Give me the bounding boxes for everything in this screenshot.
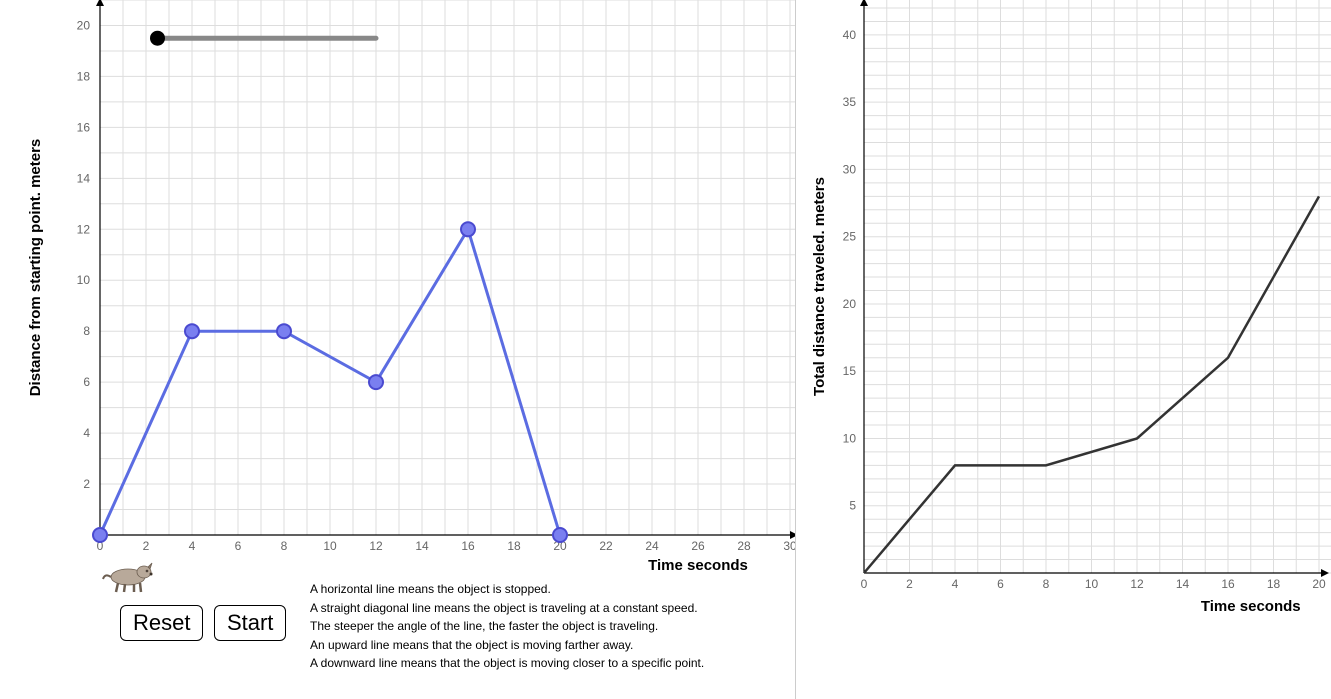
svg-text:6: 6 xyxy=(997,577,1004,591)
svg-text:5: 5 xyxy=(849,499,856,513)
svg-text:35: 35 xyxy=(843,95,857,109)
dog-icon[interactable] xyxy=(98,555,158,595)
data-point[interactable] xyxy=(553,528,567,542)
svg-text:14: 14 xyxy=(1176,577,1190,591)
svg-text:Time seconds: Time seconds xyxy=(648,557,748,574)
svg-text:14: 14 xyxy=(77,171,91,185)
svg-text:16: 16 xyxy=(77,120,91,134)
svg-text:2: 2 xyxy=(83,477,90,491)
svg-text:8: 8 xyxy=(83,324,90,338)
left-panel: 0246810121416182022242628302468101214161… xyxy=(0,0,796,699)
data-point[interactable] xyxy=(461,222,475,236)
svg-text:18: 18 xyxy=(507,539,521,553)
svg-text:4: 4 xyxy=(189,539,196,553)
svg-text:22: 22 xyxy=(599,539,613,553)
svg-text:20: 20 xyxy=(1312,577,1326,591)
svg-text:6: 6 xyxy=(235,539,242,553)
data-point[interactable] xyxy=(93,528,107,542)
svg-text:20: 20 xyxy=(843,297,857,311)
svg-text:25: 25 xyxy=(843,230,857,244)
svg-text:24: 24 xyxy=(645,539,659,553)
svg-text:28: 28 xyxy=(737,539,751,553)
info-line: A straight diagonal line means the objec… xyxy=(310,599,780,618)
svg-text:Distance from starting point.: Distance from starting point. meters xyxy=(27,139,44,397)
svg-text:6: 6 xyxy=(83,375,90,389)
svg-text:14: 14 xyxy=(415,539,429,553)
svg-text:2: 2 xyxy=(906,577,913,591)
reset-button[interactable]: Reset xyxy=(120,605,203,641)
svg-text:10: 10 xyxy=(1085,577,1099,591)
svg-text:2: 2 xyxy=(143,539,150,553)
info-line: A horizontal line means the object is st… xyxy=(310,580,780,599)
svg-text:12: 12 xyxy=(77,222,91,236)
data-point[interactable] xyxy=(185,324,199,338)
svg-text:30: 30 xyxy=(783,539,795,553)
svg-text:10: 10 xyxy=(77,273,91,287)
svg-text:26: 26 xyxy=(691,539,705,553)
time-slider-handle[interactable] xyxy=(151,31,165,45)
svg-text:Total distance traveled. met: Total distance traveled. meters xyxy=(811,177,828,396)
svg-text:20: 20 xyxy=(77,18,91,32)
svg-text:10: 10 xyxy=(843,431,857,445)
info-line: A downward line means that the object is… xyxy=(310,654,780,673)
info-line: The steeper the angle of the line, the f… xyxy=(310,617,780,636)
svg-text:16: 16 xyxy=(1221,577,1235,591)
svg-text:8: 8 xyxy=(1043,577,1050,591)
svg-text:30: 30 xyxy=(843,162,857,176)
info-line: An upward line means that the object is … xyxy=(310,636,780,655)
info-text-block: A horizontal line means the object is st… xyxy=(310,580,780,673)
right-panel: 0 2 4 6 8 10 12 14 16 18 20 5 10 15 20 25 30 35 40 Total di… xyxy=(796,0,1331,699)
start-button[interactable]: Start xyxy=(214,605,286,641)
svg-text:15: 15 xyxy=(843,364,857,378)
svg-text:10: 10 xyxy=(323,539,337,553)
total-distance-chart[interactable]: 0 2 4 6 8 10 12 14 16 18 20 5 10 15 20 25 30 35 40 Total di… xyxy=(796,0,1331,699)
svg-text:40: 40 xyxy=(843,28,857,42)
svg-text:4: 4 xyxy=(83,426,90,440)
data-point[interactable] xyxy=(369,375,383,389)
svg-text:12: 12 xyxy=(1130,577,1144,591)
svg-text:Time seconds: Time seconds xyxy=(1201,598,1301,615)
data-point[interactable] xyxy=(277,324,291,338)
svg-text:0: 0 xyxy=(861,577,868,591)
svg-text:12: 12 xyxy=(369,539,383,553)
svg-text:18: 18 xyxy=(1267,577,1281,591)
svg-text:8: 8 xyxy=(281,539,288,553)
svg-text:18: 18 xyxy=(77,69,91,83)
svg-text:16: 16 xyxy=(461,539,475,553)
svg-text:4: 4 xyxy=(952,577,959,591)
